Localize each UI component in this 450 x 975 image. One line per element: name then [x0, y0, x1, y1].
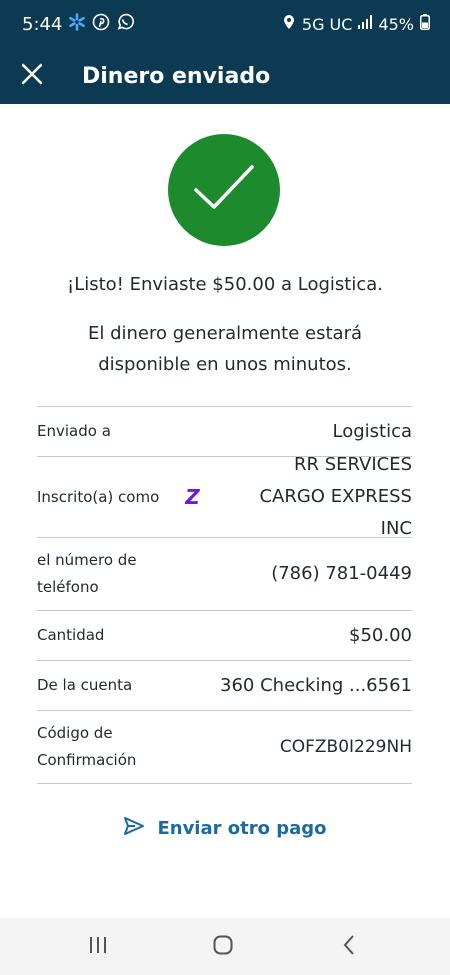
detail-value: Logistica	[332, 420, 412, 442]
detail-row-confirmation: Código de Confirmación COFZB0I229NH	[37, 711, 412, 784]
app-bar: Dinero enviado	[0, 48, 450, 104]
detail-row-enrolled-as: Inscrito(a) como Z RR SERVICES CARGO EXP…	[37, 454, 412, 539]
send-another-payment-button[interactable]: Enviar otro pago	[0, 816, 450, 841]
recent-apps-button[interactable]	[83, 934, 113, 960]
success-badge	[168, 134, 280, 246]
detail-value: (786) 781-0449	[271, 563, 412, 584]
detail-label: el número de teléfono	[37, 551, 137, 596]
detail-row-account: De la cuenta 360 Checking ...6561	[37, 661, 412, 711]
recent-apps-icon	[88, 936, 108, 959]
signal-icon	[358, 14, 373, 34]
battery-icon	[420, 13, 430, 35]
page-title: Dinero enviado	[82, 63, 271, 89]
checkmark-icon	[192, 163, 256, 218]
close-button[interactable]	[12, 56, 52, 96]
detail-value: COFZB0I229NH	[279, 737, 412, 757]
detail-row-phone: el número de teléfono (786) 781-0449	[37, 538, 412, 611]
status-time: 5:44	[22, 13, 63, 35]
success-message: ¡Listo! Enviaste $50.00 a Logistica.	[66, 274, 384, 295]
detail-value: RR SERVICES CARGO EXPRESS INC	[259, 454, 412, 539]
walmart-spark-icon	[68, 12, 86, 36]
detail-label: Enviado a	[37, 422, 111, 440]
send-another-payment-label: Enviar otro pago	[157, 818, 327, 839]
back-icon	[342, 934, 356, 961]
detail-label: De la cuenta	[37, 676, 133, 694]
send-icon	[123, 816, 145, 841]
status-bar: 5:44 5G UC 45%	[0, 0, 450, 48]
details-table: Enviado a Logistica Inscrito(a) como Z R…	[37, 406, 412, 784]
detail-label: Cantidad	[37, 626, 105, 644]
detail-value: $50.00	[349, 624, 412, 646]
system-nav-bar	[0, 918, 450, 975]
detail-label: Inscrito(a) como	[37, 487, 160, 506]
detail-label: Código de Confirmación	[37, 724, 137, 769]
whatsapp-icon	[116, 13, 135, 36]
home-icon	[213, 935, 233, 960]
home-button[interactable]	[208, 934, 238, 960]
zelle-icon: Z	[185, 485, 200, 509]
battery-percent: 45%	[378, 14, 414, 34]
back-button[interactable]	[334, 934, 364, 960]
detail-row-amount: Cantidad $50.00	[37, 611, 412, 661]
location-icon	[282, 14, 296, 35]
pinterest-icon	[92, 13, 110, 36]
detail-value: 360 Checking ...6561	[220, 674, 412, 696]
availability-note: El dinero generalmente estará disponible…	[88, 323, 362, 375]
network-label: 5G UC	[301, 14, 353, 34]
close-icon	[21, 63, 43, 90]
